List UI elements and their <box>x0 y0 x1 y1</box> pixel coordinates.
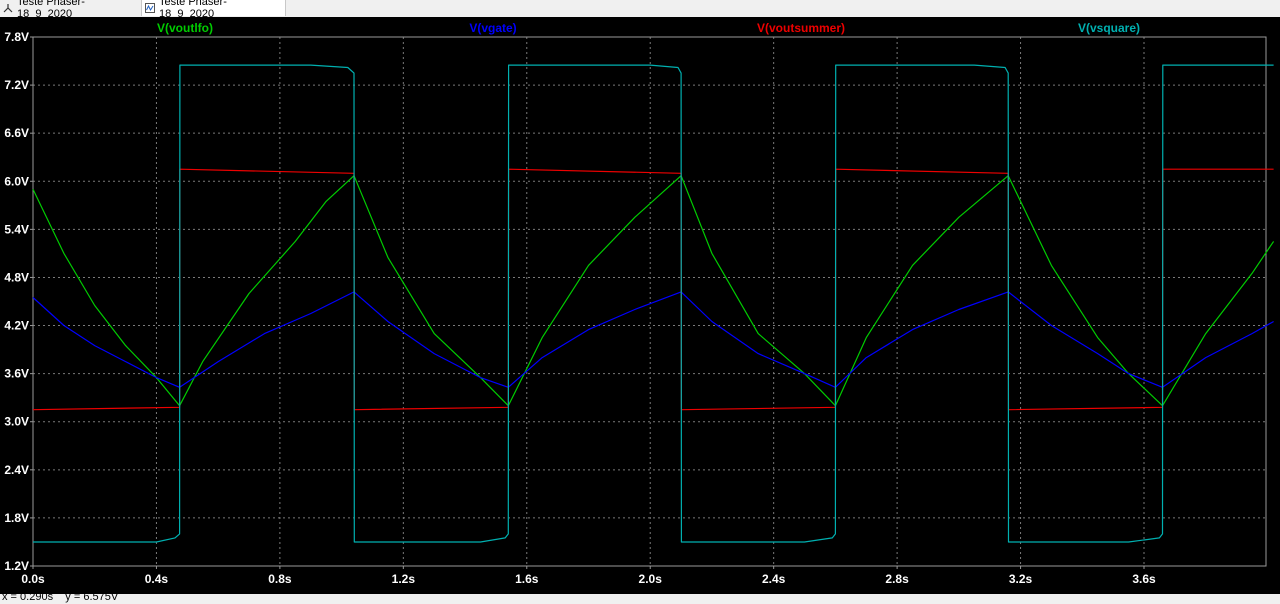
x-tick-label: 2.4s <box>762 572 786 586</box>
y-tick-label: 5.4V <box>4 222 29 236</box>
x-tick-label: 3.2s <box>1009 572 1033 586</box>
x-tick-label: 1.6s <box>515 572 539 586</box>
y-tick-label: 7.8V <box>4 30 29 44</box>
x-tick-label: 2.0s <box>639 572 663 586</box>
waveform-plot[interactable]: V(voutlfo) V(vgate) V(voutsummer) V(vsquare… <box>0 17 1280 594</box>
x-tick-label: 0.8s <box>268 572 292 586</box>
y-tick-label: 6.6V <box>4 126 29 140</box>
y-tick-label: 1.2V <box>4 559 29 573</box>
status-bar: x = 0.290s y = 6.575V <box>0 594 1280 604</box>
y-tick-label: 6.0V <box>4 174 29 188</box>
tab-bar: Teste Phaser-18_9_2020 Teste Phaser-18_9… <box>0 0 1280 20</box>
x-tick-label: 2.8s <box>885 572 909 586</box>
plot-background <box>0 17 1280 594</box>
y-tick-label: 7.2V <box>4 78 29 92</box>
y-tick-label: 4.2V <box>4 319 29 333</box>
legend-entry: V(vgate) <box>469 21 516 35</box>
y-tick-label: 4.8V <box>4 270 29 284</box>
tab-schematic[interactable]: Teste Phaser-18_9_2020 <box>0 0 142 20</box>
x-tick-label: 0.4s <box>145 572 169 586</box>
x-tick-label: 0.0s <box>21 572 45 586</box>
schematic-icon <box>3 3 13 13</box>
x-tick-label: 1.2s <box>392 572 416 586</box>
y-tick-label: 2.4V <box>4 463 29 477</box>
cursor-readout: x = 0.290s y = 6.575V <box>2 594 119 603</box>
y-tick-label: 3.6V <box>4 367 29 381</box>
legend-entry: V(vsquare) <box>1078 21 1140 35</box>
y-tick-label: 1.8V <box>4 511 29 525</box>
legend-entry: V(voutlfo) <box>157 21 213 35</box>
y-tick-label: 3.0V <box>4 415 29 429</box>
x-tick-label: 3.6s <box>1132 572 1156 586</box>
legend-entry: V(voutsummer) <box>757 21 845 35</box>
tab-waveform[interactable]: Teste Phaser-18_9_2020 <box>142 0 286 20</box>
waveform-icon <box>145 3 155 13</box>
